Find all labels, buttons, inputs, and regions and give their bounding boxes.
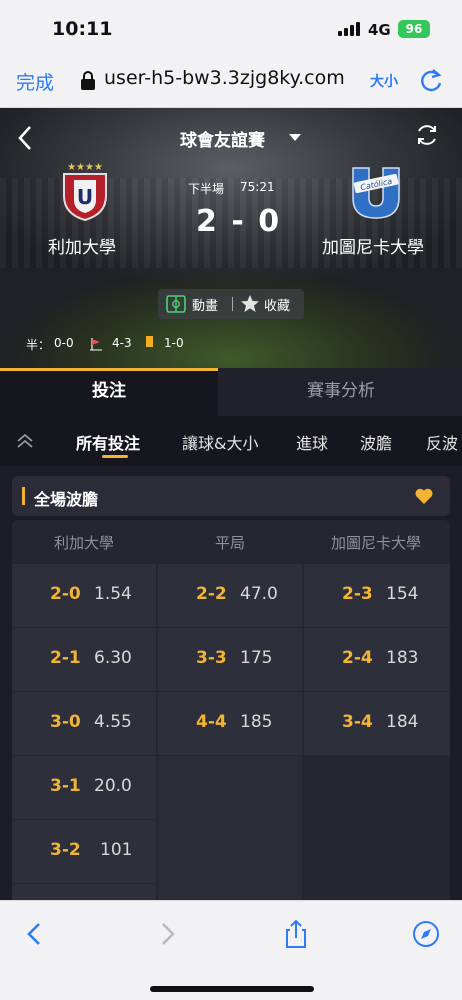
tournament-title[interactable]: 球會友誼賽 [180,126,265,151]
status-time: 10:11 [52,18,113,40]
browser-toolbar [0,900,462,1000]
score-label: 3-0 [50,712,81,732]
score-label: 3-4 [342,712,373,732]
network-label: 4G [368,21,391,39]
odds-value: 47.0 [240,584,278,604]
url-field[interactable]: user-h5-bw3.3zjg8ky.com [104,67,345,89]
score-label: 2-1 [50,648,81,668]
odds-cell-away[interactable]: 2-3 154 [304,564,450,627]
card-count: 1-0 [164,336,184,350]
odds-value: 4.55 [94,712,132,732]
done-button[interactable]: 完成 [16,68,54,95]
animation-icon[interactable] [166,295,186,313]
tab-goals[interactable]: 進球 [296,430,328,454]
odds-value: 185 [240,712,273,732]
heart-icon[interactable] [414,486,434,506]
odds-cell-home[interactable]: 2-1 6.30 [12,628,156,691]
column-header-home: 利加大學 [53,534,114,552]
odds-cell-empty [158,756,302,910]
corner-count: 4-3 [112,336,132,350]
lock-icon [81,71,95,90]
odds-value: 20.0 [94,776,132,796]
yellow-card-icon [146,336,153,347]
market-title: 全場波膽 [34,490,99,509]
away-team-name: 加圖尼卡大學 [322,238,424,258]
odds-cell-empty [304,756,450,910]
odds-cell-draw[interactable]: 3-3 175 [158,628,302,691]
match-score: 2 - 0 [196,204,282,239]
half-time-label: 半： [26,338,51,352]
match-clock: 75:21 [240,180,275,194]
odds-value: 6.30 [94,648,132,668]
text-size-button[interactable]: 大小 [370,71,398,91]
tab-reverse-score[interactable]: 反波 [426,430,458,454]
favorite-button[interactable]: 收藏 [264,295,290,314]
match-header: 球會友誼賽 ★★★★ U Católica 利加大學 加圖尼卡大學 下半場 75… [0,108,462,368]
odds-value: 154 [386,584,419,604]
match-actions: 動畫 收藏 [158,289,304,319]
odds-value: 184 [386,712,419,732]
match-period: 下半場 [188,182,225,196]
collapse-icon[interactable] [14,430,36,452]
away-team-logo: Católica [352,167,400,219]
star-icon[interactable] [240,294,260,314]
svg-text:★★★★: ★★★★ [67,162,103,173]
compass-icon[interactable] [411,919,441,949]
odds-cell-away[interactable]: 3-4 184 [304,692,450,755]
half-time-score: 0-0 [54,336,74,350]
odds-value: 101 [100,840,133,860]
odds-cell-draw[interactable]: 2-2 47.0 [158,564,302,627]
back-icon[interactable] [14,124,38,152]
caret-down-icon[interactable] [289,134,301,141]
score-label: 2-2 [196,584,227,604]
odds-cell-draw[interactable]: 4-4 185 [158,692,302,755]
bet-category-tabs: 所有投注 讓球&大小 進球 波膽 反波 [0,416,462,466]
market-header[interactable]: 全場波膽 [12,476,450,516]
corner-flag-icon [90,338,102,351]
tab-analysis[interactable]: 賽事分析 [220,368,462,416]
home-team-logo: ★★★★ U [63,162,107,222]
back-icon[interactable] [20,919,50,949]
score-label: 3-2 [50,840,81,860]
tab-all-bets[interactable]: 所有投注 [76,430,140,454]
correct-score-table: 利加大學 平局 加圖尼卡大學 2-0 1.54 2-1 6.30 3-0 4.55 3… [12,520,450,910]
odds-value: 1.54 [94,584,132,604]
market-area: 全場波膽 利加大學 平局 加圖尼卡大學 2-0 1.54 2-1 6.30 3-0 4… [0,466,462,910]
score-label: 4-4 [196,712,227,732]
score-label: 2-3 [342,584,373,604]
battery-icon: 96 [398,20,430,38]
refresh-icon[interactable] [414,122,440,148]
divider [232,297,233,311]
share-icon[interactable] [281,919,311,949]
home-team-name: 利加大學 [48,238,116,258]
tab-bet[interactable]: 投注 [0,368,218,416]
score-label: 2-4 [342,648,373,668]
column-header-draw: 平局 [214,534,245,552]
main-tabs: 投注 賽事分析 [0,368,462,416]
signal-icon [338,22,362,36]
browser-url-bar: 完成 user-h5-bw3.3zjg8ky.com 大小 [0,56,462,108]
odds-value: 183 [386,648,419,668]
odds-cell-away[interactable]: 2-4 183 [304,628,450,691]
score-label: 2-0 [50,584,81,604]
odds-value: 175 [240,648,273,668]
active-tab-indicator [102,455,128,458]
odds-cell-home[interactable]: 3-1 20.0 [12,756,156,819]
reload-icon[interactable] [418,66,444,94]
tab-correct-score[interactable]: 波膽 [360,430,392,454]
score-label: 3-3 [196,648,227,668]
forward-icon[interactable] [152,919,182,949]
odds-cell-home[interactable]: 3-2 101 [12,820,156,883]
score-label: 3-1 [50,776,81,796]
market-accent-bar [22,487,25,505]
status-bar: 10:11 4G 96 [0,0,462,56]
animation-button[interactable]: 動畫 [192,295,218,314]
odds-cell-home[interactable]: 3-0 4.55 [12,692,156,755]
odds-cell-home[interactable]: 2-0 1.54 [12,564,156,627]
tab-handicap-over-under[interactable]: 讓球&大小 [182,430,258,454]
svg-text:U: U [77,185,93,209]
home-indicator [150,986,314,992]
column-header-away: 加圖尼卡大學 [330,534,421,552]
